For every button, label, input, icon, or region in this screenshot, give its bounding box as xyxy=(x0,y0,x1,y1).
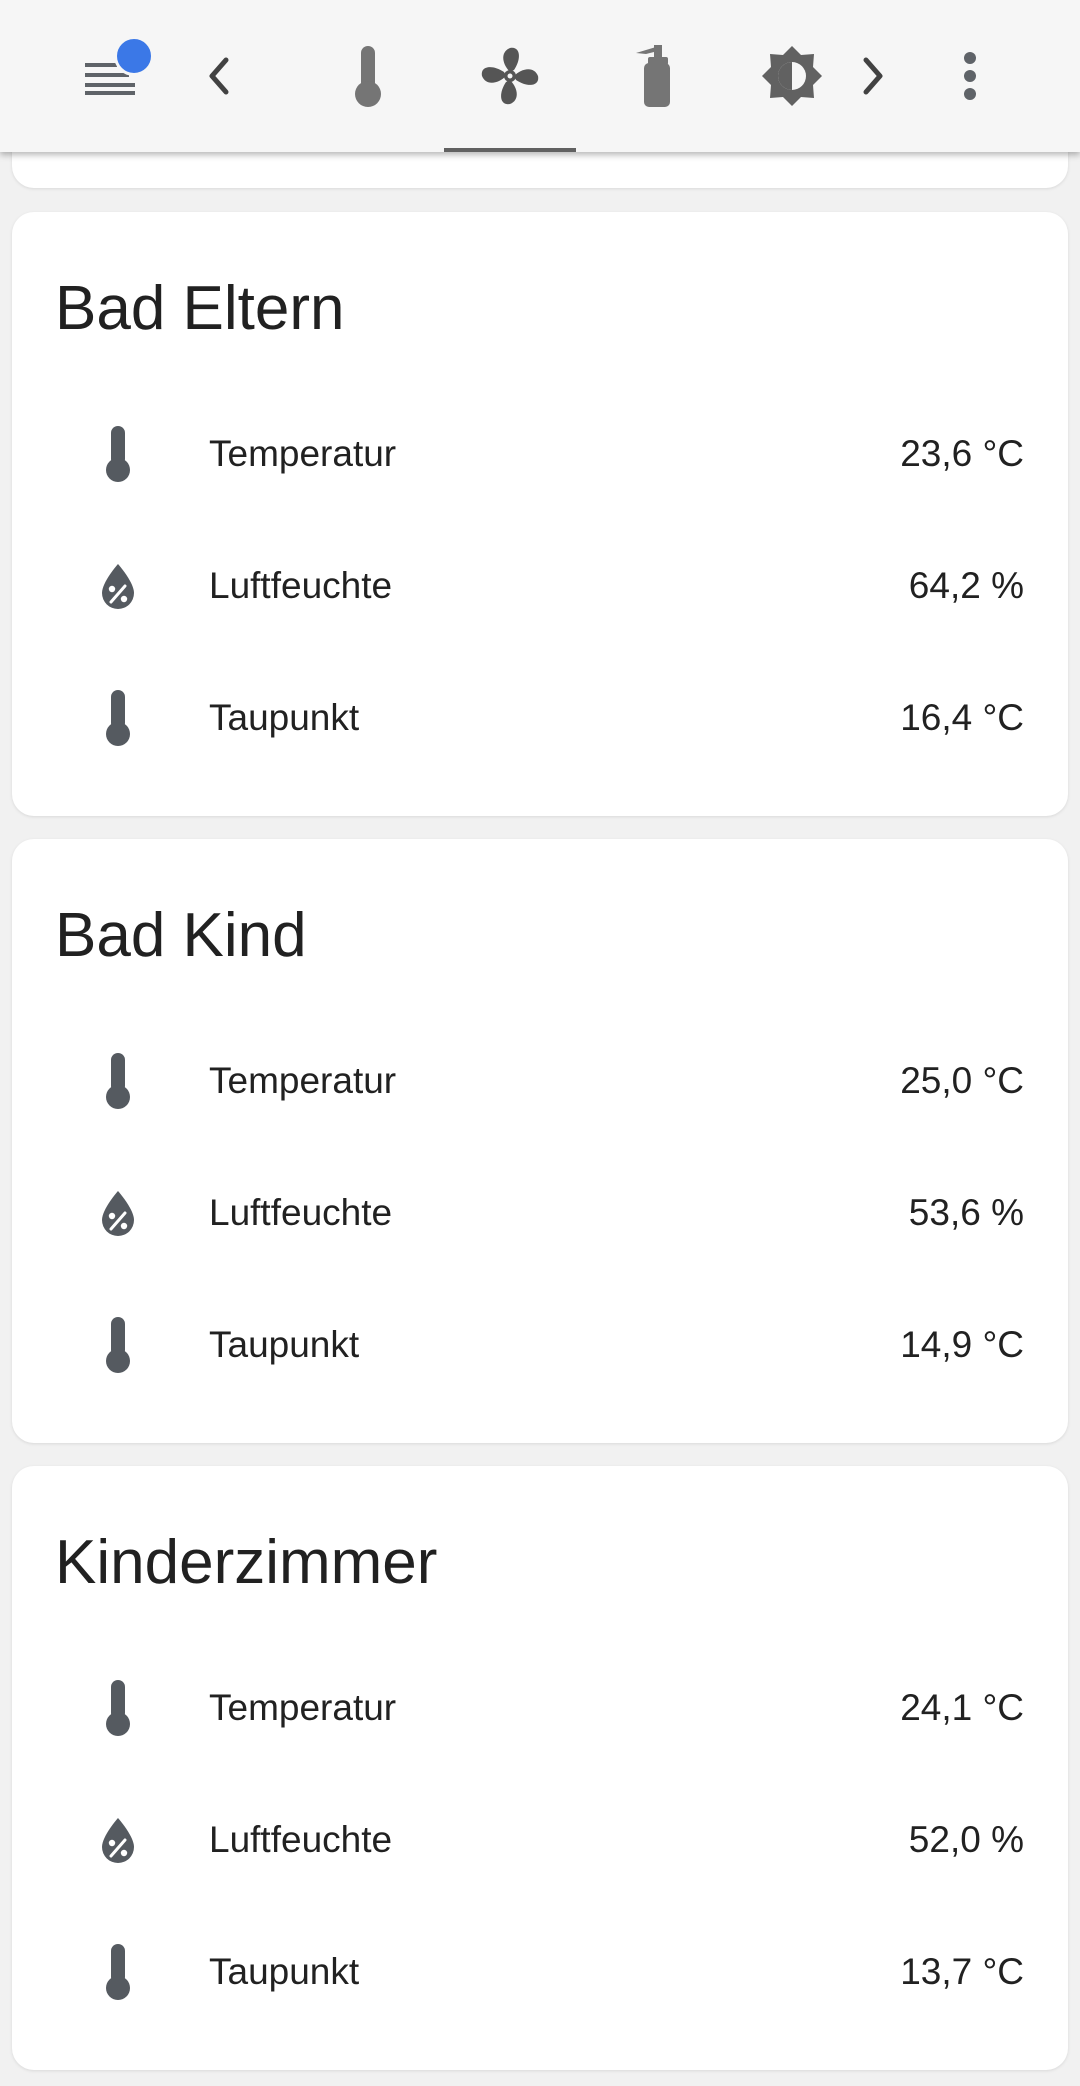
sensor-row-humidity[interactable]: Luftfeuchte 53,6 % xyxy=(12,1147,1068,1279)
water-percent-icon xyxy=(82,1804,154,1876)
dots-vertical-icon xyxy=(962,51,978,101)
tabs-scroll-left-button[interactable] xyxy=(186,0,252,152)
chevron-right-icon xyxy=(858,56,888,96)
thermometer-icon xyxy=(82,1309,154,1381)
sensor-row-dewpoint[interactable]: Taupunkt 13,7 °C xyxy=(12,1906,1068,2038)
sensor-label: Temperatur xyxy=(209,1060,397,1101)
card-rows-bad-eltern: Temperatur 23,6 °C Luftfeuchte 64,2 % Ta… xyxy=(12,212,1068,816)
sensor-row-temperature[interactable]: Temperatur 24,1 °C xyxy=(12,1642,1068,1774)
sensor-row-dewpoint[interactable]: Taupunkt 14,9 °C xyxy=(12,1279,1068,1411)
card-title: Bad Kind xyxy=(55,901,307,970)
sensor-value: 23,6 °C xyxy=(900,433,1024,474)
tab-fan[interactable] xyxy=(444,0,576,152)
sensor-row-dewpoint[interactable]: Taupunkt 16,4 °C xyxy=(12,652,1068,784)
sensor-value: 13,7 °C xyxy=(900,1951,1024,1992)
sensor-value: 24,1 °C xyxy=(900,1687,1024,1728)
sensor-label: Taupunkt xyxy=(209,1951,360,1992)
thermometer-icon xyxy=(82,682,154,754)
water-percent-icon xyxy=(82,550,154,622)
overflow-menu-button[interactable] xyxy=(940,0,1000,152)
area-card: Kinderzimmer Temperatur 24,1 °C Luftfeuc… xyxy=(12,1466,1068,2070)
menu-button[interactable] xyxy=(60,0,160,152)
thermometer-icon xyxy=(82,1936,154,2008)
brightness-icon xyxy=(760,44,824,108)
thermometer-icon xyxy=(82,1045,154,1117)
sensor-value: 25,0 °C xyxy=(900,1060,1024,1101)
sensor-value: 53,6 % xyxy=(908,1192,1024,1233)
sensor-label: Luftfeuchte xyxy=(209,1192,393,1233)
fire-extinguisher-icon xyxy=(626,43,674,109)
notification-badge xyxy=(114,36,154,76)
fan-icon xyxy=(478,44,542,108)
thermometer-icon xyxy=(82,1672,154,1744)
tab-fire-extinguisher[interactable] xyxy=(596,0,704,152)
card-title: Kinderzimmer xyxy=(55,1528,438,1597)
tabs-scroll-right-button[interactable] xyxy=(838,0,908,152)
thermometer-icon xyxy=(82,418,154,490)
sensor-row-humidity[interactable]: Luftfeuchte 52,0 % xyxy=(12,1774,1068,1906)
sensor-row-humidity[interactable]: Luftfeuchte 64,2 % xyxy=(12,520,1068,652)
sensor-value: 16,4 °C xyxy=(900,697,1024,738)
sensor-label: Luftfeuchte xyxy=(209,1819,393,1860)
sensor-value: 14,9 °C xyxy=(900,1324,1024,1365)
tab-temperature[interactable] xyxy=(312,0,424,152)
active-tab-indicator xyxy=(444,148,576,152)
tab-brightness[interactable] xyxy=(738,0,846,152)
chevron-left-icon xyxy=(204,56,234,96)
top-app-bar xyxy=(0,0,1080,152)
sensor-value: 52,0 % xyxy=(908,1819,1024,1860)
sensor-value: 64,2 % xyxy=(908,565,1024,606)
sensor-label: Luftfeuchte xyxy=(209,565,393,606)
water-percent-icon xyxy=(82,1177,154,1249)
sensor-row-temperature[interactable]: Temperatur 25,0 °C xyxy=(12,1015,1068,1147)
area-card: Bad Kind Temperatur 25,0 °C Luftfeuchte … xyxy=(12,839,1068,1443)
sensor-label: Taupunkt xyxy=(209,1324,360,1365)
thermometer-icon xyxy=(350,44,386,108)
sensor-row-temperature[interactable]: Temperatur 23,6 °C xyxy=(12,388,1068,520)
sensor-label: Temperatur xyxy=(209,433,397,474)
sensor-label: Temperatur xyxy=(209,1687,397,1728)
sensor-label: Taupunkt xyxy=(209,697,360,738)
